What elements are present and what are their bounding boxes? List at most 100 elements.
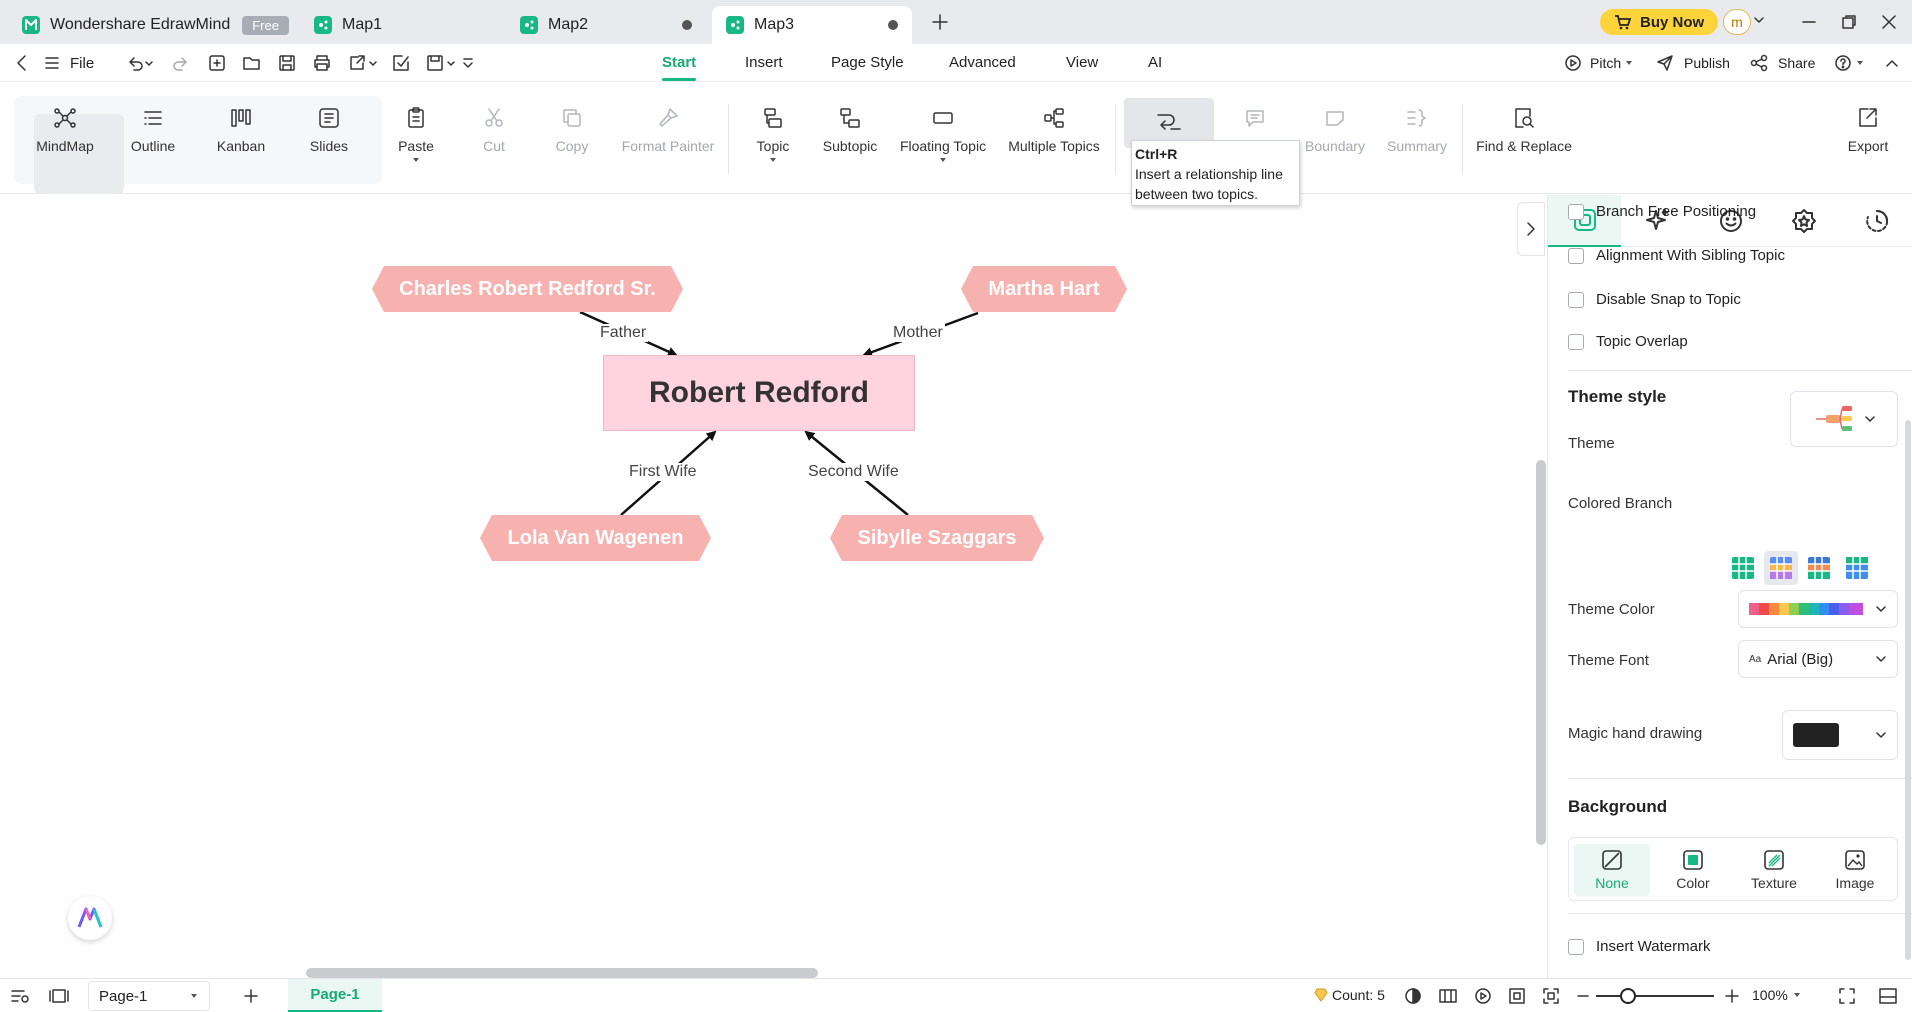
kanban-view-button[interactable]: Kanban — [214, 106, 268, 154]
mindmap-view-button[interactable]: MindMap — [34, 106, 96, 154]
central-topic-robert-redford[interactable]: Robert Redford — [603, 355, 915, 431]
file-menu[interactable]: File — [44, 54, 94, 72]
theme-font-dropdown[interactable]: Aa Arial (Big) — [1738, 640, 1898, 678]
vertical-scrollbar[interactable] — [1536, 460, 1546, 845]
relation-label-second-wife[interactable]: Second Wife — [806, 463, 901, 481]
theme-dropdown[interactable] — [1790, 391, 1898, 447]
collapse-panel-icon[interactable] — [1878, 987, 1898, 1005]
zoom-slider-handle[interactable] — [1620, 988, 1636, 1004]
collapse-ribbon-chevron-up-icon[interactable] — [1884, 55, 1900, 71]
tab-advanced[interactable]: Advanced — [949, 54, 1016, 71]
page-tab-page-1[interactable]: Page-1 — [288, 979, 382, 1012]
panel-tab-clipart[interactable] — [1767, 195, 1840, 247]
account-chevron-down-icon[interactable] — [1753, 14, 1765, 26]
tab-insert[interactable]: Insert — [745, 54, 783, 71]
app-tab[interactable]: Wondershare EdrawMind Free — [8, 6, 303, 44]
tab-page-style[interactable]: Page Style — [831, 54, 904, 71]
tab-view[interactable]: View — [1066, 54, 1098, 71]
pitch-button[interactable]: Pitch — [1564, 54, 1634, 72]
theme-toggle-icon[interactable] — [1404, 987, 1422, 1005]
panel-tab-history[interactable] — [1840, 195, 1912, 247]
topic-button[interactable]: Topic — [756, 106, 790, 164]
bg-option-image[interactable]: Image — [1817, 844, 1893, 896]
topic-martha-hart[interactable]: Martha Hart — [961, 266, 1127, 312]
minimize-icon[interactable] — [1800, 13, 1818, 31]
outline-view-button[interactable]: Outline — [124, 106, 182, 154]
bg-option-texture[interactable]: Texture — [1736, 844, 1812, 896]
magic-hand-drawing-dropdown[interactable] — [1782, 710, 1898, 760]
slideshow-play-icon[interactable] — [1474, 987, 1492, 1005]
customize-toolbar-icon[interactable] — [462, 54, 474, 72]
relation-label-father[interactable]: Father — [598, 324, 649, 342]
save-icon[interactable] — [278, 54, 296, 72]
checkbox-alignment-with-sibling[interactable]: Alignment With Sibling Topic — [1568, 247, 1785, 264]
topic-lola-van-wagenen[interactable]: Lola Van Wagenen — [480, 515, 711, 561]
tab-map2[interactable]: Map2 — [506, 6, 706, 44]
checkbox-box[interactable] — [1568, 938, 1584, 955]
export-button[interactable]: Export — [1846, 106, 1890, 154]
branch-style-option-4[interactable] — [1840, 551, 1874, 585]
summary-button[interactable]: Summary — [1387, 106, 1447, 154]
subtopic-button[interactable]: Subtopic — [823, 106, 877, 154]
notes-toggle-icon[interactable] — [10, 987, 30, 1005]
open-folder-icon[interactable] — [242, 54, 262, 72]
page-panel-icon[interactable] — [48, 987, 70, 1005]
fit-screen-icon[interactable] — [1542, 987, 1560, 1005]
publish-button[interactable]: Publish — [1656, 54, 1730, 72]
bg-option-color[interactable]: Color — [1655, 844, 1731, 896]
share-button[interactable]: Share — [1750, 54, 1815, 72]
callout-button[interactable] — [1240, 106, 1270, 130]
branch-style-option-3[interactable] — [1802, 551, 1836, 585]
buy-now-button[interactable]: Buy Now — [1600, 9, 1719, 35]
topic-sibylle-szaggars[interactable]: Sibylle Szaggars — [830, 515, 1044, 561]
tab-map3[interactable]: Map3 — [712, 6, 912, 44]
panel-collapse-button[interactable] — [1517, 202, 1545, 256]
save-as-icon[interactable] — [426, 54, 456, 72]
multiple-topics-button[interactable]: Multiple Topics — [1008, 106, 1100, 154]
theme-color-dropdown[interactable] — [1738, 590, 1898, 628]
tab-map1[interactable]: Map1 — [300, 6, 500, 44]
page-select-dropdown[interactable]: Page-1 — [88, 981, 210, 1011]
boundary-button[interactable]: Boundary — [1302, 106, 1368, 154]
zoom-in-plus-icon[interactable] — [1724, 987, 1740, 1005]
tab-start[interactable]: Start — [662, 54, 697, 81]
new-tab-plus-icon[interactable] — [930, 12, 950, 32]
redo-icon[interactable] — [172, 54, 190, 72]
copy-button[interactable]: Copy — [555, 106, 589, 154]
checkbox-topic-overlap[interactable]: Topic Overlap — [1568, 333, 1688, 350]
fullscreen-icon[interactable] — [1838, 987, 1856, 1005]
close-icon[interactable] — [1880, 13, 1898, 31]
panel-scrollbar[interactable] — [1905, 420, 1911, 960]
zoom-slider-track[interactable] — [1596, 995, 1714, 997]
format-painter-button[interactable]: Format Painter — [622, 106, 714, 154]
back-arrow-icon[interactable] — [14, 54, 30, 72]
relation-label-mother[interactable]: Mother — [891, 324, 945, 342]
horizontal-scrollbar[interactable] — [306, 968, 818, 978]
checkbox-box[interactable] — [1568, 333, 1584, 350]
fit-page-icon[interactable] — [1508, 987, 1526, 1005]
branch-style-option-1[interactable] — [1726, 551, 1760, 585]
mindmap-canvas[interactable]: Father Mother First Wife Second Wife Cha… — [0, 195, 1546, 978]
zoom-level-dropdown[interactable]: 100% — [1752, 987, 1802, 1003]
export-quick-icon[interactable] — [348, 54, 378, 72]
floating-topic-button[interactable]: Floating Topic — [900, 106, 986, 164]
book-view-icon[interactable] — [1438, 987, 1458, 1005]
zoom-out-minus-icon[interactable] — [1576, 987, 1590, 1005]
restore-icon[interactable] — [1840, 13, 1858, 31]
unsaved-dot-icon[interactable] — [682, 20, 692, 30]
checkin-icon[interactable] — [392, 54, 410, 72]
undo-icon[interactable] — [126, 54, 154, 72]
paste-button[interactable]: Paste — [398, 106, 434, 164]
checkbox-box[interactable] — [1568, 203, 1584, 220]
print-icon[interactable] — [312, 54, 332, 72]
topic-charles-robert-redford-sr[interactable]: Charles Robert Redford Sr. — [372, 266, 683, 312]
checkbox-insert-watermark[interactable]: Insert Watermark — [1568, 938, 1710, 955]
add-page-plus-icon[interactable] — [242, 987, 260, 1005]
ai-assistant-button[interactable] — [68, 896, 112, 940]
slides-view-button[interactable]: Slides — [306, 106, 352, 154]
checkbox-box[interactable] — [1568, 291, 1584, 308]
help-button[interactable] — [1834, 54, 1865, 72]
bg-option-none[interactable]: None — [1574, 844, 1650, 896]
checkbox-box[interactable] — [1568, 247, 1584, 264]
branch-style-option-2[interactable] — [1764, 551, 1798, 585]
